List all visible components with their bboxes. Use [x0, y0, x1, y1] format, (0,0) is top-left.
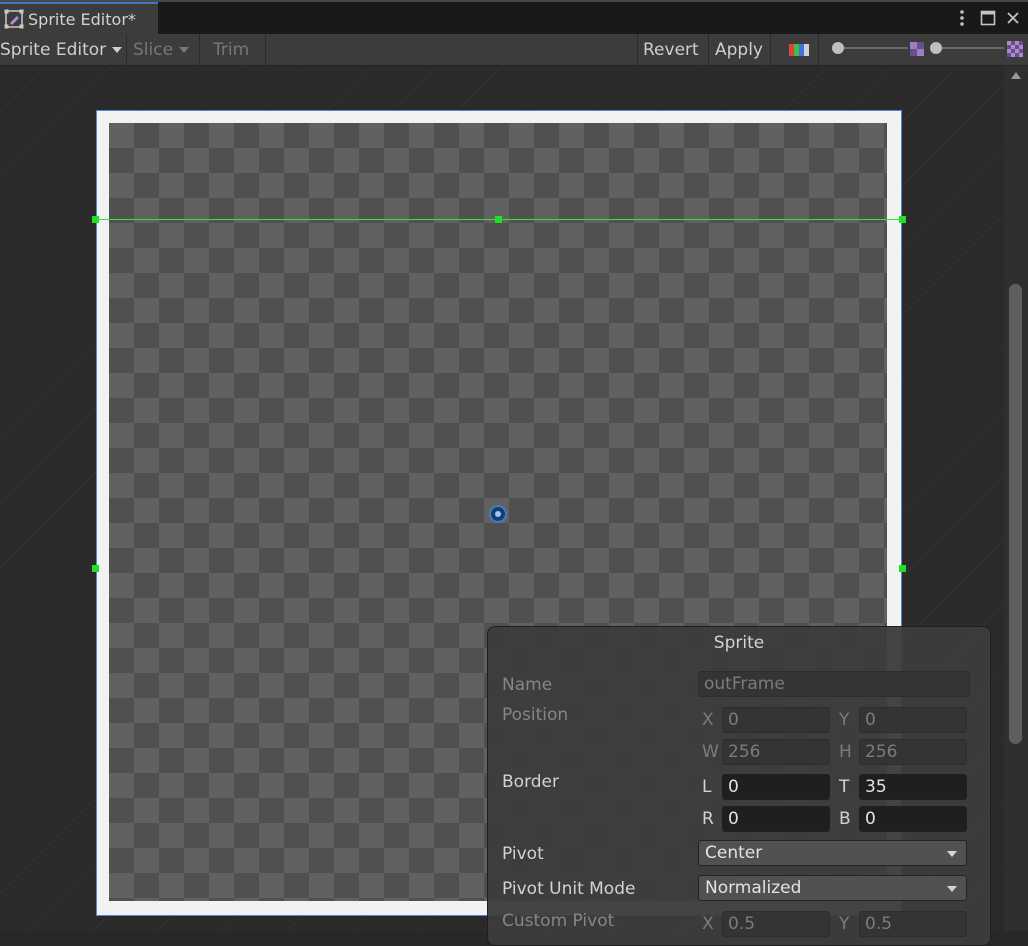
vertical-scrollbar[interactable] — [1004, 66, 1028, 931]
caret-down-icon — [179, 46, 190, 53]
revert-button[interactable]: Revert — [637, 34, 709, 65]
pivot-label: Pivot — [502, 844, 544, 864]
checker-small-icon — [910, 42, 924, 56]
caret-down-icon — [947, 851, 957, 857]
border-handle-middle-left[interactable] — [92, 565, 99, 572]
width-field[interactable]: 256 — [722, 739, 830, 765]
scroll-up-icon[interactable] — [1011, 72, 1021, 79]
r-label: R — [702, 809, 714, 829]
trim-button[interactable]: Trim — [200, 34, 266, 65]
y-label: Y — [839, 710, 850, 730]
border-handle-top-left[interactable] — [92, 216, 99, 223]
custom-pivot-x-field[interactable]: 0.5 — [722, 911, 830, 937]
caret-down-icon — [947, 886, 957, 892]
position-x-field[interactable]: 0 — [722, 707, 830, 733]
l-label: L — [702, 777, 712, 797]
pivot-unit-mode-value: Normalized — [705, 878, 802, 898]
kebab-menu-icon[interactable] — [952, 8, 972, 28]
border-handle-top-center[interactable] — [495, 216, 502, 223]
t-label: T — [839, 777, 850, 797]
mip-slider-knob[interactable] — [930, 42, 942, 54]
trim-label: Trim — [213, 39, 250, 60]
zoom-slider-track — [838, 47, 908, 49]
pivot-handle[interactable] — [489, 505, 507, 523]
border-bottom-field[interactable]: 0 — [859, 806, 967, 832]
x-label: X — [702, 710, 714, 730]
sprite-inspector-panel: Sprite Name outFrame Position X 0 Y 0 W … — [487, 626, 991, 946]
maximize-icon[interactable] — [978, 8, 998, 28]
name-field[interactable]: outFrame — [698, 671, 970, 697]
scrollbar-thumb[interactable] — [1009, 284, 1022, 744]
caret-down-icon — [112, 46, 123, 53]
position-label: Position — [502, 705, 569, 725]
border-top-field[interactable]: 35 — [859, 774, 967, 800]
h-label: H — [839, 742, 852, 762]
w-label: W — [702, 742, 719, 762]
toolbar: Sprite Editor Slice Trim Revert Apply — [0, 34, 1028, 66]
border-left-field[interactable]: 0 — [722, 774, 830, 800]
tab-sprite-editor[interactable]: Sprite Editor* — [0, 2, 158, 34]
apply-label: Apply — [715, 39, 763, 60]
name-label: Name — [502, 675, 553, 695]
revert-label: Revert — [643, 39, 699, 60]
pivot-unit-mode-label: Pivot Unit Mode — [502, 879, 636, 899]
pivot-dropdown[interactable]: Center — [698, 840, 967, 866]
custom-pivot-y-label: Y — [839, 914, 850, 934]
border-handle-middle-right[interactable] — [899, 565, 906, 572]
border-label: Border — [502, 772, 559, 792]
slice-label: Slice — [133, 39, 174, 60]
slice-dropdown[interactable]: Slice — [126, 34, 200, 65]
title-bar: Sprite Editor* — [0, 0, 1028, 34]
pivot-value: Center — [705, 843, 763, 863]
apply-button[interactable]: Apply — [709, 34, 771, 65]
border-right-field[interactable]: 0 — [722, 806, 830, 832]
pivot-unit-mode-dropdown[interactable]: Normalized — [698, 875, 967, 901]
tab-label: Sprite Editor* — [28, 9, 136, 29]
sprite-editor-icon — [4, 9, 24, 29]
rgb-channel-icon — [788, 43, 809, 56]
custom-pivot-label: Custom Pivot — [502, 911, 615, 931]
mip-slider-track — [936, 47, 1004, 49]
checker-large-icon — [1007, 41, 1023, 57]
custom-pivot-x-label: X — [702, 914, 714, 934]
border-handle-top-right[interactable] — [899, 216, 906, 223]
height-field[interactable]: 256 — [859, 739, 967, 765]
color-channel-button[interactable] — [779, 34, 819, 65]
position-y-field[interactable]: 0 — [859, 707, 967, 733]
mode-label: Sprite Editor — [0, 39, 107, 60]
mode-dropdown[interactable]: Sprite Editor — [0, 34, 126, 65]
custom-pivot-y-field[interactable]: 0.5 — [859, 911, 967, 937]
zoom-slider-knob[interactable] — [832, 42, 844, 54]
panel-title: Sprite — [713, 633, 765, 653]
b-label: B — [839, 809, 851, 829]
close-icon[interactable] — [1003, 8, 1023, 28]
